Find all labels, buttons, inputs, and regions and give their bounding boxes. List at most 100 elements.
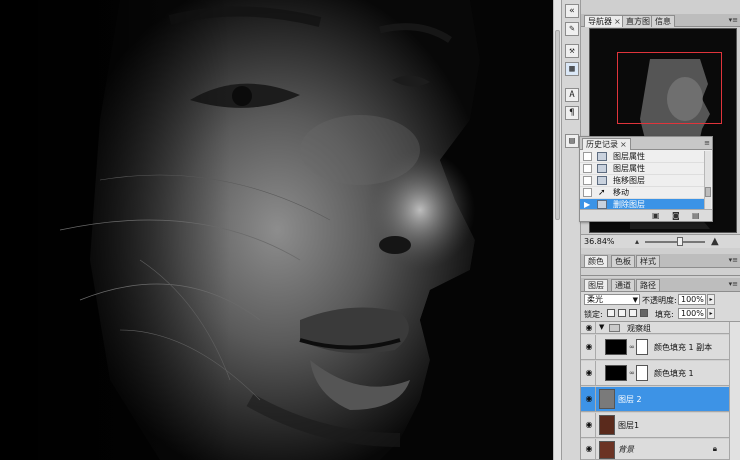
fill-input[interactable]: 100% (678, 308, 706, 319)
divider (595, 387, 596, 411)
eye-icon[interactable]: ◉ (583, 394, 595, 404)
opacity-label: 不透明度: (642, 296, 677, 305)
eye-icon[interactable]: ◉ (583, 420, 595, 430)
fill-value: 100% (681, 309, 704, 318)
panel-menu-icon[interactable]: ▾≡ (729, 280, 738, 288)
scrollbar-thumb[interactable] (555, 30, 560, 220)
snapshot-checkbox[interactable] (583, 164, 592, 173)
panel-menu-icon[interactable]: ▾≡ (729, 16, 738, 24)
history-panel: 历史记录 × ≡ 图层属性 图层属性 拖移图层 ➚ 移动 ▶ 删除图层 ▣ ◙ ▤ (579, 136, 713, 222)
character-icon[interactable]: A (565, 88, 579, 102)
tab-info[interactable]: 信息 (651, 15, 675, 27)
navigator-tabbar: 导航器 × 直方图 信息 ▾≡ (581, 14, 740, 27)
history-scrollbar[interactable] (704, 151, 711, 209)
tab-navigator[interactable]: 导航器 × (584, 15, 625, 27)
zoom-slider-thumb[interactable] (677, 237, 683, 246)
tab-histogram[interactable]: 直方图 (622, 15, 654, 27)
tab-layers[interactable]: 图层 (584, 279, 608, 291)
trash-icon[interactable]: ▤ (692, 211, 700, 220)
actions-icon[interactable]: ▤ (565, 134, 579, 148)
layer-thumbnail (605, 339, 627, 355)
history-item[interactable]: 图层属性 (580, 163, 704, 175)
eye-icon[interactable]: ◉ (583, 368, 595, 378)
link-icon: ∞ (629, 343, 635, 351)
snapshot-checkbox[interactable] (583, 176, 592, 185)
clone-source-icon[interactable]: ▦ (565, 62, 579, 76)
delete-layer-icon (597, 200, 607, 209)
zoom-level[interactable]: 36.84% (584, 237, 615, 246)
layer-row-background[interactable]: ◉ 背景 🔒︎ (581, 439, 729, 460)
history-item[interactable]: 拖移图层 (580, 175, 704, 187)
blend-mode-select[interactable]: 柔光 ▼ (584, 294, 640, 305)
create-snapshot-icon[interactable]: ◙ (672, 211, 680, 220)
layer-thumbnail (599, 389, 615, 409)
blend-mode-value: 柔光 (587, 295, 603, 304)
opacity-stepper[interactable]: ▸ (707, 294, 715, 305)
layer-row-fill[interactable]: ◉ ∞ 颜色填充 1 (581, 361, 729, 386)
paragraph-icon[interactable]: ¶ (565, 106, 579, 120)
navigator-view-box[interactable] (617, 52, 722, 124)
layer-row-layer2[interactable]: ◉ 图层 2 (581, 387, 729, 412)
close-icon[interactable]: × (614, 17, 621, 26)
tab-label: 图层 (588, 281, 604, 290)
scrollbar-thumb[interactable] (705, 187, 711, 197)
opacity-input[interactable]: 100% (678, 294, 706, 305)
tab-label: 样式 (640, 257, 656, 266)
history-tabbar: 历史记录 × ≡ (580, 137, 712, 150)
panel-menu-icon[interactable]: ≡ (704, 139, 710, 147)
layer-thumbnail (605, 365, 627, 381)
history-item[interactable]: ➚ 移动 (580, 187, 704, 199)
new-document-from-state-icon[interactable]: ▣ (652, 211, 660, 220)
layers-scrollbar[interactable] (729, 322, 740, 460)
tab-channels[interactable]: 通道 (611, 279, 635, 291)
tool-presets-icon[interactable]: ⚒ (565, 44, 579, 58)
panels-column: 导航器 × 直方图 信息 ▾≡ 36.84% ▴ ▲ 颜色 色板 样式 ▾≡ 图层… (581, 0, 740, 460)
layer-properties-icon (597, 164, 607, 173)
lock-all-icon[interactable] (640, 309, 648, 317)
tab-label: 路径 (640, 281, 656, 290)
tab-label: 历史记录 (586, 140, 618, 149)
opacity-value: 100% (681, 295, 704, 304)
tab-styles[interactable]: 样式 (636, 255, 660, 267)
history-item-label: 图层属性 (613, 152, 645, 161)
document-canvas[interactable] (0, 0, 553, 460)
history-item-label: 移动 (613, 188, 629, 197)
layer-row-layer1[interactable]: ◉ 图层1 (581, 413, 729, 438)
zoom-in-icon[interactable]: ▲ (711, 236, 719, 247)
close-icon[interactable]: × (620, 140, 627, 149)
color-tabbar: 颜色 色板 样式 ▾≡ (581, 254, 740, 268)
eye-icon[interactable]: ◉ (583, 444, 595, 454)
eye-icon[interactable]: ◉ (583, 323, 595, 333)
divider (595, 439, 596, 460)
layer-row-fill-copy[interactable]: ◉ ∞ 颜色填充 1 副本 (581, 335, 729, 360)
layers-controls: 柔光 ▼ 不透明度: 100% ▸ 锁定: 填充: 100% ▸ (581, 292, 740, 322)
layers-tabbar: 图层 通道 路径 ▾≡ (581, 278, 740, 292)
layer-row-group[interactable]: ◉ ▼ 观察组 (581, 322, 729, 334)
divider (595, 335, 596, 359)
tab-label: 直方图 (626, 17, 650, 26)
lock-position-icon[interactable] (629, 309, 637, 317)
chevron-down-icon[interactable]: ▼ (599, 323, 604, 331)
collapse-arrows-icon[interactable]: « (565, 4, 579, 18)
zoom-slider[interactable] (645, 241, 705, 243)
brush-presets-icon[interactable]: ✎ (565, 22, 579, 36)
lock-transparent-icon[interactable] (607, 309, 615, 317)
tab-history[interactable]: 历史记录 × (582, 138, 631, 150)
history-item-label: 拖移图层 (613, 176, 645, 185)
history-item[interactable]: 图层属性 (580, 151, 704, 163)
tab-swatches[interactable]: 色板 (611, 255, 635, 267)
canvas-vertical-scrollbar[interactable] (553, 0, 561, 460)
fill-stepper[interactable]: ▸ (707, 308, 715, 319)
snapshot-checkbox[interactable] (583, 152, 592, 161)
layer-mask-thumbnail[interactable] (636, 365, 648, 381)
tab-color[interactable]: 颜色 (584, 255, 608, 267)
layer-thumbnail (599, 415, 615, 435)
tab-paths[interactable]: 路径 (636, 279, 660, 291)
panel-menu-icon[interactable]: ▾≡ (729, 256, 738, 264)
zoom-out-icon[interactable]: ▴ (635, 237, 639, 246)
lock-image-icon[interactable] (618, 309, 626, 317)
eye-icon[interactable]: ◉ (583, 342, 595, 352)
snapshot-checkbox[interactable] (583, 188, 592, 197)
layer-name: 图层1 (618, 421, 640, 430)
layer-mask-thumbnail[interactable] (636, 339, 648, 355)
